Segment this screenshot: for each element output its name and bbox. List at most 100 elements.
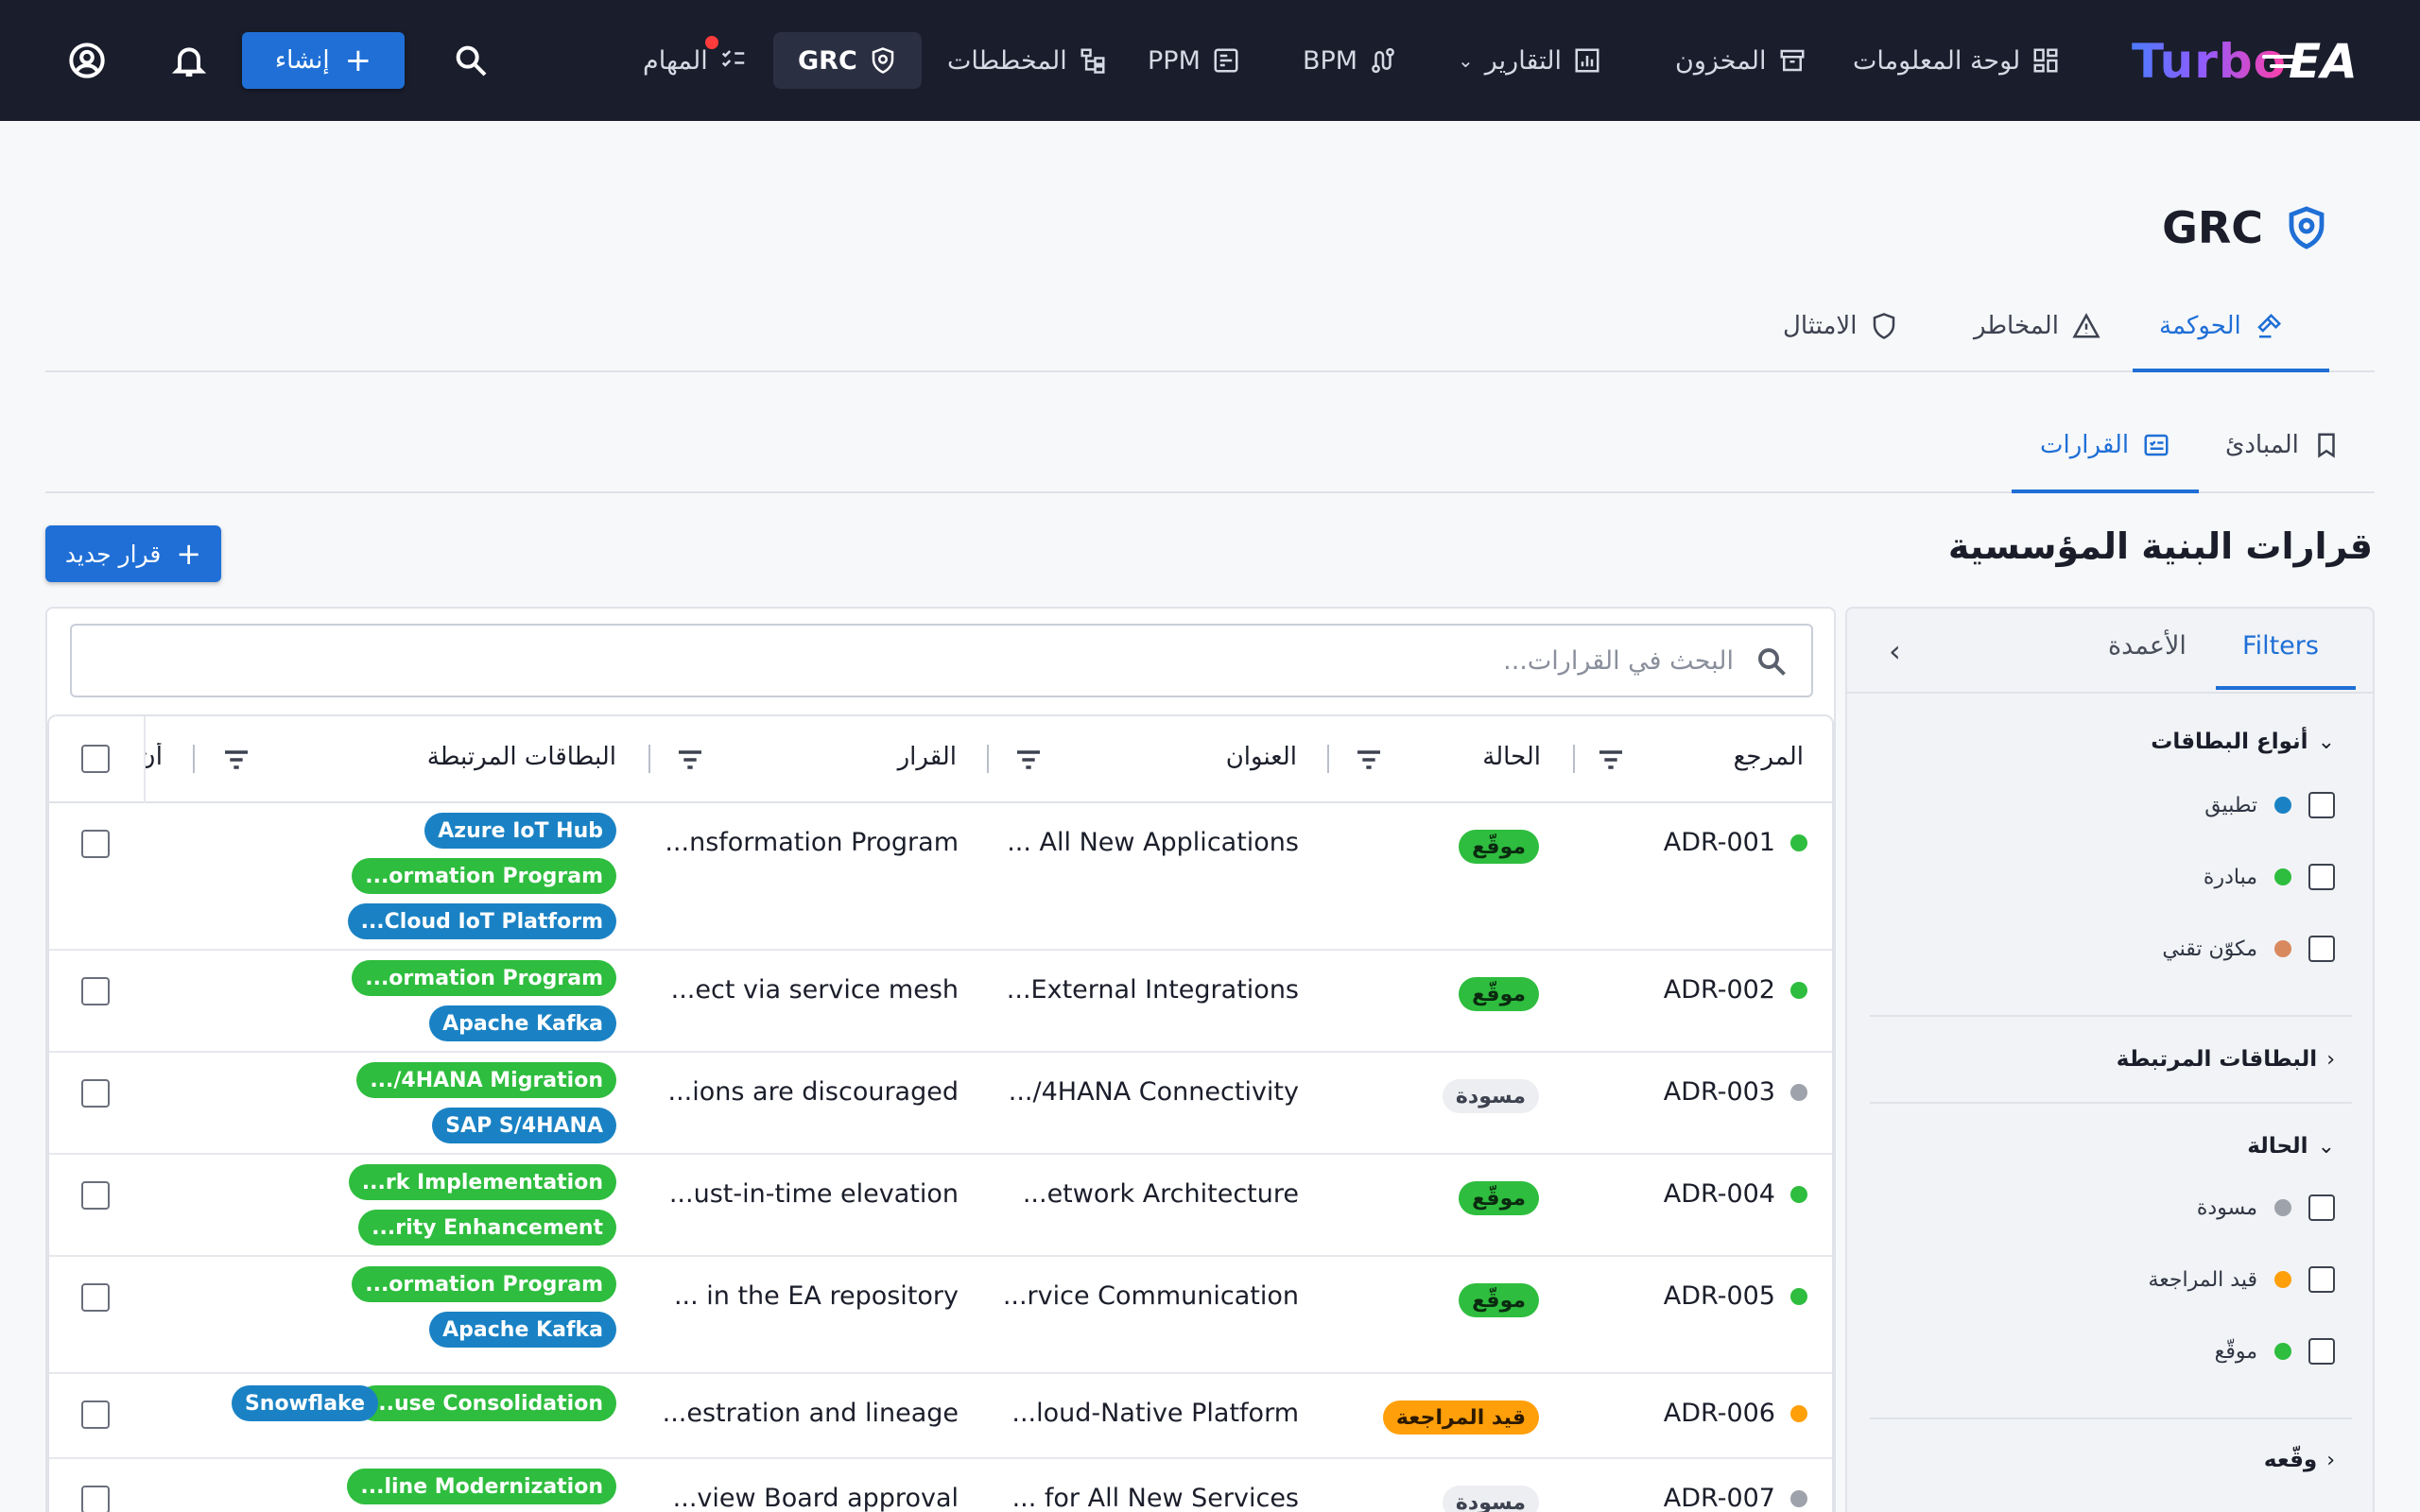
linked-card-chip[interactable]: Snowflake <box>231 1385 378 1421</box>
decisions-search[interactable] <box>70 624 1813 697</box>
user-account-button[interactable] <box>62 36 112 85</box>
nav-reports[interactable]: ⌄ التقارير <box>1458 32 1601 89</box>
column-separator[interactable] <box>987 745 989 773</box>
linked-card-chip[interactable]: ...line Modernization <box>347 1469 616 1504</box>
tab-decisions[interactable]: القرارات <box>2040 397 2170 493</box>
filter-option-initiative[interactable]: مبادرة <box>2204 858 2335 896</box>
decision-cell[interactable]: ...ions are discouraged <box>668 1077 959 1107</box>
linked-card-chip[interactable]: ...rity Enhancement <box>358 1210 616 1246</box>
filter-icon[interactable] <box>1354 745 1384 775</box>
table-row[interactable]: ADR-006 قيد المراجعة ...loud-Native Platfo… <box>49 1374 1832 1459</box>
nav-inventory[interactable]: المخزون <box>1675 32 1806 89</box>
title-cell[interactable]: ...loud-Native Platform <box>1011 1399 1299 1428</box>
column-header-ref[interactable]: المرجع <box>1734 743 1804 771</box>
column-header-truncated[interactable]: أن <box>144 743 163 771</box>
table-row[interactable]: ADR-002 موقّع ...External Integrations ...e… <box>49 951 1832 1053</box>
table-row[interactable]: ADR-003 مسودة .../4HANA Connectivity ...ion… <box>49 1053 1832 1155</box>
linked-card-chip[interactable]: SAP S/4HANA <box>432 1108 616 1143</box>
linked-card-chip[interactable]: ...Cloud IoT Platform <box>347 903 616 939</box>
row-checkbox[interactable] <box>81 830 110 858</box>
filter-checkbox[interactable] <box>2308 936 2335 962</box>
column-separator[interactable] <box>1327 745 1329 773</box>
linked-card-chip[interactable]: ...ormation Program <box>352 960 616 996</box>
select-all-checkbox[interactable] <box>81 745 110 773</box>
column-separator[interactable] <box>648 745 650 773</box>
decision-cell[interactable]: ...estration and lineage <box>663 1399 959 1428</box>
title-cell[interactable]: ... for All New Services <box>1012 1484 1299 1512</box>
linked-card-chip[interactable]: Apache Kafka <box>429 1005 616 1041</box>
filter-option-in-review[interactable]: قيد المراجعة <box>2149 1261 2335 1298</box>
table-row[interactable]: ADR-004 موقّع ...etwork Architecture ...ust… <box>49 1155 1832 1257</box>
ref-cell[interactable]: ADR-003 <box>1664 1077 1807 1107</box>
new-decision-button[interactable]: قرار جديد + <box>45 525 221 582</box>
create-button[interactable]: إنشاء + <box>242 32 405 89</box>
row-checkbox[interactable] <box>81 977 110 1005</box>
filter-checkbox[interactable] <box>2308 792 2335 818</box>
ref-cell[interactable]: ADR-006 <box>1664 1399 1807 1428</box>
table-row[interactable]: ADR-007 مسودة ... for All New Services ...v… <box>49 1459 1832 1512</box>
row-checkbox[interactable] <box>81 1181 110 1210</box>
column-separator[interactable] <box>193 745 195 773</box>
ref-cell[interactable]: ADR-007 <box>1664 1484 1807 1512</box>
table-row[interactable]: ADR-005 موقّع ...rvice Communication ... in… <box>49 1257 1832 1374</box>
filter-option-draft[interactable]: مسودة <box>2197 1189 2335 1227</box>
decision-cell[interactable]: ...ect via service mesh <box>671 975 959 1005</box>
row-checkbox[interactable] <box>81 1283 110 1312</box>
linked-card-chip[interactable]: ...rk Implementation <box>348 1164 616 1200</box>
table-row[interactable]: ADR-001 موقّع ... All New Applications ...n… <box>49 803 1832 951</box>
filter-option-signed[interactable]: موقّع <box>2215 1332 2335 1370</box>
filter-checkbox[interactable] <box>2308 1266 2335 1293</box>
filter-checkbox[interactable] <box>2308 1338 2335 1365</box>
turbo-ea-logo[interactable]: Turbo EA <box>2132 28 2358 94</box>
tab-columns[interactable]: الأعمدة <box>2108 631 2187 661</box>
nav-tasks[interactable]: المهام <box>643 32 748 89</box>
linked-card-chip[interactable]: Azure IoT Hub <box>424 813 616 849</box>
nav-bpm[interactable]: BPM <box>1303 32 1397 89</box>
decision-cell[interactable]: ...ust-in-time elevation <box>669 1179 959 1209</box>
linked-card-chip[interactable]: .../4HANA Migration <box>356 1062 616 1098</box>
tab-compliance[interactable]: الامتثال <box>1783 280 1898 372</box>
ref-cell[interactable]: ADR-004 <box>1664 1179 1807 1209</box>
search-input[interactable] <box>72 626 1811 696</box>
title-cell[interactable]: ...rvice Communication <box>1003 1281 1299 1311</box>
ref-cell[interactable]: ADR-001 <box>1664 828 1807 857</box>
column-header-decision[interactable]: القرار <box>898 743 957 771</box>
decision-cell[interactable]: ... in the EA repository <box>674 1281 959 1311</box>
decision-cell[interactable]: ...view Board approval <box>673 1484 959 1512</box>
decision-cell[interactable]: ...nsformation Program <box>665 828 959 857</box>
filter-option-tech-component[interactable]: مكوّن تقني <box>2162 930 2335 968</box>
filter-option-application[interactable]: تطبيق <box>2204 786 2335 824</box>
filter-checkbox[interactable] <box>2308 864 2335 890</box>
tab-principles[interactable]: المبادئ <box>2225 397 2341 493</box>
linked-cards-section-header[interactable]: البطاقات المرتبطة › <box>2117 1047 2335 1072</box>
card-types-section-header[interactable]: أنواع البطاقات ⌄ <box>2151 730 2335 754</box>
ref-cell[interactable]: ADR-002 <box>1664 975 1807 1005</box>
title-cell[interactable]: ...etwork Architecture <box>1023 1179 1299 1209</box>
column-separator[interactable] <box>1573 745 1575 773</box>
filter-icon[interactable] <box>1596 745 1626 775</box>
filter-icon[interactable] <box>1013 745 1044 775</box>
nav-diagrams[interactable]: المخططات <box>947 32 1107 89</box>
linked-card-chip[interactable]: ...use Consolidation <box>356 1385 616 1421</box>
nav-grc[interactable]: GRC <box>773 32 922 89</box>
tab-governance[interactable]: الحوكمة <box>2159 280 2283 372</box>
column-header-title[interactable]: العنوان <box>1226 743 1297 771</box>
filter-checkbox[interactable] <box>2308 1194 2335 1221</box>
column-header-linked-cards[interactable]: البطاقات المرتبطة <box>427 743 616 771</box>
title-cell[interactable]: ... All New Applications <box>1007 828 1299 857</box>
signed-by-section-header[interactable]: وقّعه › <box>2264 1448 2335 1472</box>
filter-icon[interactable] <box>221 745 251 775</box>
notifications-button[interactable] <box>164 36 214 85</box>
column-header-status[interactable]: الحالة <box>1482 743 1541 771</box>
linked-card-chip[interactable]: Apache Kafka <box>429 1312 616 1348</box>
ref-cell[interactable]: ADR-005 <box>1664 1281 1807 1311</box>
linked-card-chip[interactable]: ...ormation Program <box>352 1266 616 1302</box>
title-cell[interactable]: .../4HANA Connectivity <box>1009 1077 1299 1107</box>
search-button[interactable] <box>446 36 495 85</box>
nav-ppm[interactable]: PPM <box>1148 32 1240 89</box>
tab-filters[interactable]: Filters <box>2242 631 2319 661</box>
linked-card-chip[interactable]: ...ormation Program <box>352 858 616 894</box>
status-section-header[interactable]: الحالة ⌄ <box>2247 1134 2335 1159</box>
row-checkbox[interactable] <box>81 1079 110 1108</box>
title-cell[interactable]: ...External Integrations <box>1007 975 1299 1005</box>
